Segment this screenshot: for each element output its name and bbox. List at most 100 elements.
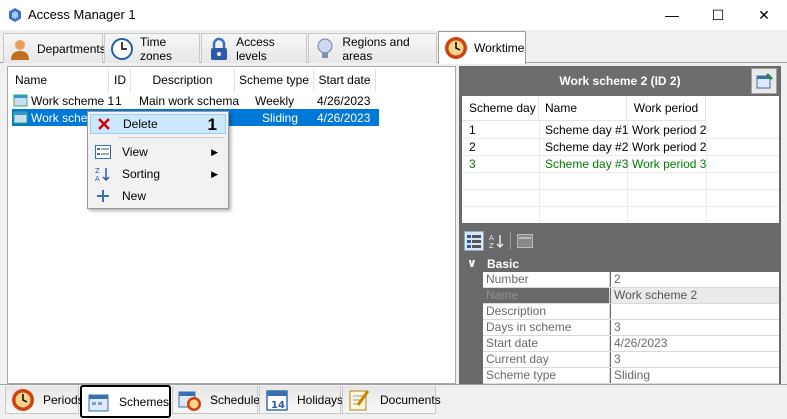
tab-label: Worktime xyxy=(474,41,525,55)
bulb-icon xyxy=(314,37,336,61)
property-value: 2 xyxy=(611,272,779,287)
window-title: Access Manager 1 xyxy=(28,7,136,22)
column-header-id[interactable]: ID xyxy=(109,69,131,91)
menu-item-delete[interactable]: Delete 1 xyxy=(90,114,226,134)
cell-work-period: Work period 2 xyxy=(632,140,707,154)
maximize-button[interactable]: ☐ xyxy=(695,0,741,30)
plus-icon xyxy=(90,189,116,203)
property-name: Description xyxy=(483,304,610,319)
cell-start-date: 4/26/2023 xyxy=(317,94,371,108)
table-row[interactable]: 3 Scheme day #3 Work period 3 xyxy=(462,156,779,172)
column-header-name[interactable]: Name xyxy=(8,69,109,91)
document-pencil-icon xyxy=(348,388,372,412)
view-icon xyxy=(90,145,116,159)
column-header-name[interactable]: Name xyxy=(539,96,627,121)
menu-item-label: Sorting xyxy=(122,167,161,181)
property-pages-icon xyxy=(517,234,533,248)
tab-regions-and-areas[interactable]: Regions and areas xyxy=(308,33,437,63)
svg-text:A: A xyxy=(95,175,100,182)
app-icon xyxy=(9,8,21,22)
menu-item-sorting[interactable]: ZA Sorting ▶ xyxy=(90,164,226,184)
property-toolbar: AZ xyxy=(462,229,779,253)
schedules-icon xyxy=(178,388,202,412)
property-value: 3 xyxy=(611,320,779,335)
row-divider xyxy=(462,172,779,173)
property-row-current-day[interactable]: Current day 3 xyxy=(483,352,779,368)
cell-description: Main work schema xyxy=(139,94,240,108)
cell-work-period: Work period 3 xyxy=(632,157,707,171)
edit-scheme-icon xyxy=(756,73,773,89)
menu-item-label: Delete xyxy=(123,117,158,131)
calendar-14-icon: 14 xyxy=(265,388,289,412)
tab-label: Documents xyxy=(380,392,441,407)
minimize-button[interactable]: — xyxy=(649,0,695,30)
scheme-icon xyxy=(13,94,28,107)
schemes-icon xyxy=(87,390,111,414)
menu-item-new[interactable]: New xyxy=(90,186,226,206)
cell-scheme-day: 1 xyxy=(469,123,476,137)
property-value: Sliding xyxy=(611,368,779,383)
tab-label: Regions and areas xyxy=(342,34,410,63)
context-menu: Delete 1 View ▶ ZA Sorting ▶ New xyxy=(87,111,229,209)
column-header-work-period[interactable]: Work period xyxy=(627,96,706,121)
column-header-description[interactable]: Description xyxy=(131,69,235,91)
cell-id: 1 xyxy=(115,94,122,108)
categorized-icon xyxy=(467,235,481,248)
column-header-scheme-day[interactable]: Scheme day xyxy=(462,96,539,121)
svg-text:Z: Z xyxy=(95,167,100,175)
scheme-days-grid[interactable]: Scheme day Name Work period 1 Scheme day… xyxy=(462,96,779,223)
tab-schedules[interactable]: Schedules xyxy=(172,386,266,414)
tab-holidays[interactable]: 14 Holidays xyxy=(259,386,343,414)
toolbar-separator xyxy=(510,232,511,250)
cell-name: Scheme day #3 xyxy=(545,157,629,171)
property-name: Current day xyxy=(483,352,610,367)
cell-name: Scheme day #2 xyxy=(545,140,629,154)
worktime-clock-icon xyxy=(444,36,468,60)
table-row[interactable]: 2 Scheme day #2 Work period 2 xyxy=(462,139,779,155)
schemes-list[interactable]: Name ID Description Scheme type Start da… xyxy=(7,66,456,384)
property-row-days-in-scheme[interactable]: Days in scheme 3 xyxy=(483,320,779,336)
tab-label: Time zones xyxy=(140,34,173,63)
cell-name: Scheme day #1 xyxy=(545,123,629,137)
tab-documents[interactable]: Documents xyxy=(342,386,441,414)
property-value: Work scheme 2 xyxy=(611,288,779,303)
sort-az-icon: ZA xyxy=(90,166,116,182)
tab-departments[interactable]: Departments xyxy=(3,33,106,63)
column-header-start-date[interactable]: Start date xyxy=(314,69,376,91)
tab-worktime[interactable]: Worktime xyxy=(438,31,526,64)
categorized-button[interactable] xyxy=(464,231,484,251)
property-row-name[interactable]: Name Work scheme 2 xyxy=(483,288,779,304)
close-button[interactable]: ✕ xyxy=(741,0,787,30)
menu-item-label: New xyxy=(122,189,147,203)
property-row-number[interactable]: Number 2 xyxy=(483,272,779,288)
tab-label: Access levels xyxy=(236,34,275,63)
property-value: 4/26/2023 xyxy=(611,336,779,351)
list-row[interactable]: Work scheme 1 1 Main work schema Weekly … xyxy=(12,92,379,109)
cell-start-date: 4/26/2023 xyxy=(317,111,371,125)
submenu-arrow-icon: ▶ xyxy=(211,146,218,157)
person-icon xyxy=(9,37,31,61)
tab-label: Schemes xyxy=(119,394,170,409)
tab-time-zones[interactable]: Time zones xyxy=(104,33,200,63)
menu-item-label: View xyxy=(122,145,148,159)
column-header-scheme-type[interactable]: Scheme type xyxy=(235,69,314,91)
property-row-scheme-type[interactable]: Scheme type Sliding xyxy=(483,368,779,384)
property-pages-button[interactable] xyxy=(515,231,535,251)
property-name: Start date xyxy=(483,336,610,351)
menu-item-view[interactable]: View ▶ xyxy=(90,142,226,162)
property-category[interactable]: ∨ Basic xyxy=(462,255,779,272)
property-row-start-date[interactable]: Start date 4/26/2023 xyxy=(483,336,779,352)
row-divider xyxy=(462,206,779,207)
tab-periods[interactable]: Periods xyxy=(5,386,84,414)
table-row[interactable]: 1 Scheme day #1 Work period 2 xyxy=(462,122,779,138)
cell-scheme-day: 2 xyxy=(469,140,476,154)
edit-scheme-button[interactable] xyxy=(751,68,777,94)
svg-text:14: 14 xyxy=(271,400,285,411)
tab-access-levels[interactable]: Access levels xyxy=(201,33,307,63)
tab-schemes[interactable]: Schemes xyxy=(80,385,171,418)
alphabetical-button[interactable]: AZ xyxy=(487,231,507,251)
cell-scheme-type: Sliding xyxy=(262,111,299,125)
property-row-description[interactable]: Description xyxy=(483,304,779,320)
clock-icon xyxy=(110,37,134,61)
details-header: Work scheme 2 (ID 2) xyxy=(460,67,780,95)
